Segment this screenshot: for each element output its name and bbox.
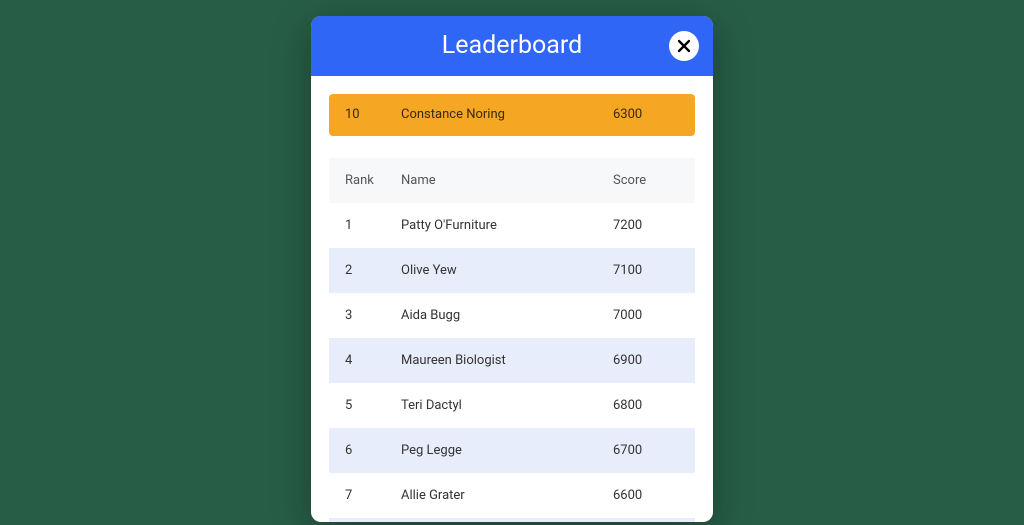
modal-title: Leaderboard [442,31,582,60]
table-header-row: Rank Name Score [329,158,695,203]
row-name: Olive Yew [401,263,613,278]
highlight-score: 6300 [613,107,679,122]
leaderboard-modal: Leaderboard 10 Constance Noring 6300 Ran… [311,16,713,522]
row-name: Aida Bugg [401,308,613,323]
row-score: 7000 [613,308,679,323]
table-row: 6Peg Legge6700 [329,428,695,473]
close-button[interactable] [669,31,699,61]
modal-body[interactable]: 10 Constance Noring 6300 Rank Name Score… [311,76,713,522]
row-score: 6700 [613,443,679,458]
highlight-name: Constance Noring [401,107,613,122]
table-row: 8Liz Erd6500 [329,518,695,522]
row-name: Peg Legge [401,443,613,458]
table-row: 4Maureen Biologist6900 [329,338,695,383]
close-icon [677,39,691,53]
row-name: Allie Grater [401,488,613,503]
row-score: 6800 [613,398,679,413]
table-row: 2Olive Yew7100 [329,248,695,293]
row-rank: 1 [345,218,401,233]
row-name: Patty O'Furniture [401,218,613,233]
row-rank: 2 [345,263,401,278]
row-score: 6900 [613,353,679,368]
row-rank: 6 [345,443,401,458]
header-score: Score [613,173,679,188]
table-row: 5Teri Dactyl6800 [329,383,695,428]
header-name: Name [401,173,613,188]
header-rank: Rank [345,173,401,188]
row-name: Maureen Biologist [401,353,613,368]
row-rank: 5 [345,398,401,413]
row-score: 7100 [613,263,679,278]
highlighted-user-row: 10 Constance Noring 6300 [329,94,695,136]
row-rank: 4 [345,353,401,368]
table-row: 1Patty O'Furniture7200 [329,203,695,248]
row-score: 7200 [613,218,679,233]
table-row: 3Aida Bugg7000 [329,293,695,338]
row-score: 6600 [613,488,679,503]
modal-header: Leaderboard [311,16,713,76]
table-row: 7Allie Grater6600 [329,473,695,518]
row-rank: 7 [345,488,401,503]
row-name: Teri Dactyl [401,398,613,413]
table-rows-container: 1Patty O'Furniture72002Olive Yew71003Aid… [329,203,695,522]
row-rank: 3 [345,308,401,323]
highlight-rank: 10 [345,107,401,122]
